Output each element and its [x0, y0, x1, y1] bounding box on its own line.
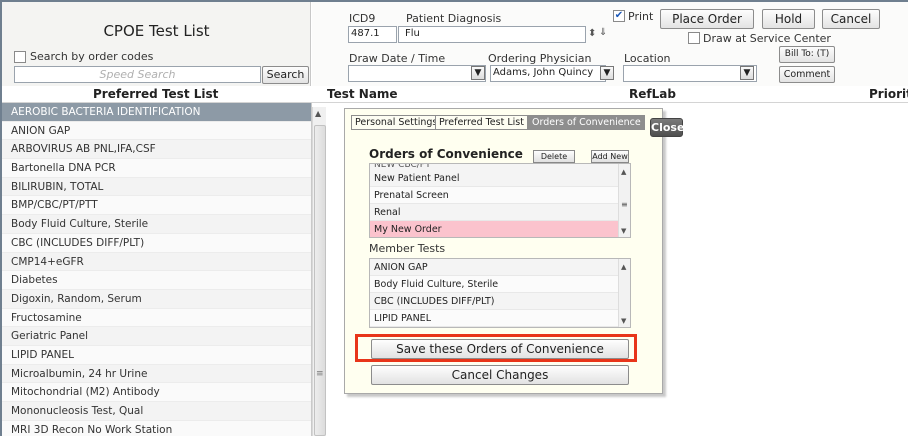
- member-tests-listbox[interactable]: ANION GAP Body Fluid Culture, Sterile CBC …: [369, 258, 631, 328]
- priority-header[interactable]: Priorit: [869, 87, 908, 101]
- scroll-up-icon[interactable]: ▲: [315, 109, 321, 118]
- preferred-test-item[interactable]: Microalbumin, 24 hr Urine: [2, 364, 311, 384]
- physician-dropdown-icon[interactable]: ▼: [600, 66, 614, 80]
- scroll-grip-icon: ≡: [621, 200, 628, 209]
- member-test-item[interactable]: CBC (INCLUDES DIFF/PLT): [370, 293, 630, 310]
- order-of-convenience-item[interactable]: Renal: [370, 204, 630, 221]
- search-by-codes-row[interactable]: Search by order codes: [14, 50, 153, 63]
- preferred-list-scrollbar[interactable]: ▲ ≡: [312, 107, 326, 436]
- draw-date-label: Draw Date / Time: [349, 52, 446, 65]
- preferred-test-item[interactable]: AEROBIC BACTERIA IDENTIFICATION: [2, 103, 311, 122]
- physician-label: Ordering Physician: [488, 52, 592, 65]
- draw-date-dropdown-icon[interactable]: ▼: [471, 66, 485, 80]
- icd9-field[interactable]: 487.1: [348, 26, 397, 43]
- diagnosis-label: Patient Diagnosis: [406, 12, 502, 25]
- location-label: Location: [624, 52, 671, 65]
- test-name-header[interactable]: Test Name: [327, 87, 398, 101]
- orders-list-scrollbar[interactable]: ▲ ≡ ▼: [618, 164, 630, 237]
- close-button[interactable]: Close: [650, 118, 684, 137]
- scroll-down-icon[interactable]: ▼: [621, 227, 626, 235]
- preferred-test-item[interactable]: ARBOVIRUS AB PNL,IFA,CSF: [2, 140, 311, 160]
- comment-button[interactable]: Comment: [779, 66, 835, 83]
- delete-button[interactable]: Delete: [533, 150, 575, 163]
- order-header: ICD9 Patient Diagnosis 487.1 Flu ⬍ ⇓ ✔ P…: [312, 2, 908, 86]
- preferred-test-list: AEROBIC BACTERIA IDENTIFICATION ANION GAP…: [2, 103, 312, 436]
- order-of-convenience-item[interactable]: New Patient Panel: [370, 170, 630, 187]
- preferred-test-item[interactable]: Diabetes: [2, 271, 311, 290]
- preferred-test-item[interactable]: MRI 3D Recon No Work Station: [2, 420, 311, 436]
- physician-select[interactable]: Adams, John Quincy: [490, 65, 606, 82]
- save-button-highlight: [355, 334, 637, 362]
- icd9-label: ICD9: [349, 12, 376, 25]
- preferred-test-item[interactable]: Mononucleosis Test, Qual: [2, 402, 311, 421]
- preferred-test-item[interactable]: CMP14+eGFR: [2, 252, 311, 272]
- left-header: CPOE Test List Search by order codes Spe…: [2, 2, 311, 86]
- orders-listbox[interactable]: NEW CBC/PT New Patient Panel Prenatal Scr…: [369, 163, 631, 238]
- tab-personal-settings[interactable]: Personal Settings: [351, 115, 442, 130]
- member-test-item[interactable]: LIPID PANEL: [370, 310, 630, 327]
- orders-of-convenience-title: Orders of Convenience: [369, 147, 523, 161]
- tab-preferred-test-list[interactable]: Preferred Test List: [435, 115, 528, 130]
- cpoe-title: CPOE Test List: [103, 22, 210, 40]
- reflab-header[interactable]: RefLab: [629, 87, 676, 101]
- preferred-test-item[interactable]: LIPID PANEL: [2, 345, 311, 365]
- search-button[interactable]: Search: [262, 66, 309, 84]
- preferred-test-item[interactable]: Body Fluid Culture, Sterile: [2, 215, 311, 234]
- preferred-test-item[interactable]: ANION GAP: [2, 121, 311, 141]
- cancel-changes-button[interactable]: Cancel Changes: [371, 365, 629, 385]
- preferred-test-item[interactable]: Fructosamine: [2, 308, 311, 328]
- order-of-convenience-item[interactable]: Prenatal Screen: [370, 187, 630, 204]
- scroll-up-icon[interactable]: ▲: [621, 263, 626, 271]
- diagnosis-field[interactable]: Flu: [398, 26, 586, 43]
- preferred-test-item[interactable]: CBC (INCLUDES DIFF/PLT): [2, 233, 311, 253]
- tab-orders-of-convenience[interactable]: Orders of Convenience: [528, 115, 645, 130]
- order-of-convenience-item[interactable]: My New Order: [370, 221, 630, 237]
- location-dropdown-icon[interactable]: ▼: [740, 66, 754, 80]
- bill-to-button[interactable]: Bill To: (T): [779, 46, 835, 63]
- search-by-codes-label: Search by order codes: [30, 50, 154, 63]
- draw-at-service-label: Draw at Service Center: [703, 32, 831, 45]
- member-test-item[interactable]: ANION GAP: [370, 259, 630, 276]
- preferred-test-item[interactable]: BILIRUBIN, TOTAL: [2, 177, 311, 197]
- scrollbar-thumb[interactable]: [314, 125, 326, 436]
- down-arrow-icon[interactable]: ⇓: [599, 27, 607, 38]
- scroll-grip-icon: ≡: [316, 369, 324, 379]
- scroll-down-icon[interactable]: ▼: [621, 317, 626, 325]
- location-select[interactable]: [623, 65, 757, 82]
- add-new-button[interactable]: Add New: [591, 150, 629, 163]
- member-tests-label: Member Tests: [369, 242, 446, 255]
- preferred-test-item[interactable]: Bartonella DNA PCR: [2, 159, 311, 178]
- member-test-item[interactable]: Body Fluid Culture, Sterile: [370, 276, 630, 293]
- print-label: Print: [628, 10, 654, 23]
- preferred-test-item[interactable]: Mitochondrial (M2) Antibody: [2, 383, 311, 402]
- diagnosis-spinner-icon[interactable]: ⬍: [588, 28, 596, 39]
- speed-search-input[interactable]: Speed Search: [14, 66, 261, 83]
- preferred-test-item[interactable]: BMP/CBC/PT/PTT: [2, 196, 311, 216]
- place-order-button[interactable]: Place Order: [660, 9, 754, 29]
- preferred-list-header: Preferred Test List: [93, 87, 219, 101]
- cancel-button[interactable]: Cancel: [822, 9, 880, 29]
- scroll-up-icon[interactable]: ▲: [621, 168, 626, 176]
- column-header-row: Preferred Test List Test Name RefLab Pri…: [2, 86, 908, 103]
- print-checkbox[interactable]: ✔: [613, 10, 625, 22]
- search-by-codes-checkbox[interactable]: [14, 50, 26, 63]
- draw-at-service-checkbox[interactable]: [688, 32, 700, 44]
- hold-button[interactable]: Hold: [762, 9, 815, 29]
- draw-date-field[interactable]: [348, 65, 486, 82]
- preferred-test-item[interactable]: Geriatric Panel: [2, 327, 311, 346]
- member-tests-scrollbar[interactable]: ▲ ▼: [618, 259, 630, 327]
- preferred-test-item[interactable]: Digoxin, Random, Serum: [2, 289, 311, 309]
